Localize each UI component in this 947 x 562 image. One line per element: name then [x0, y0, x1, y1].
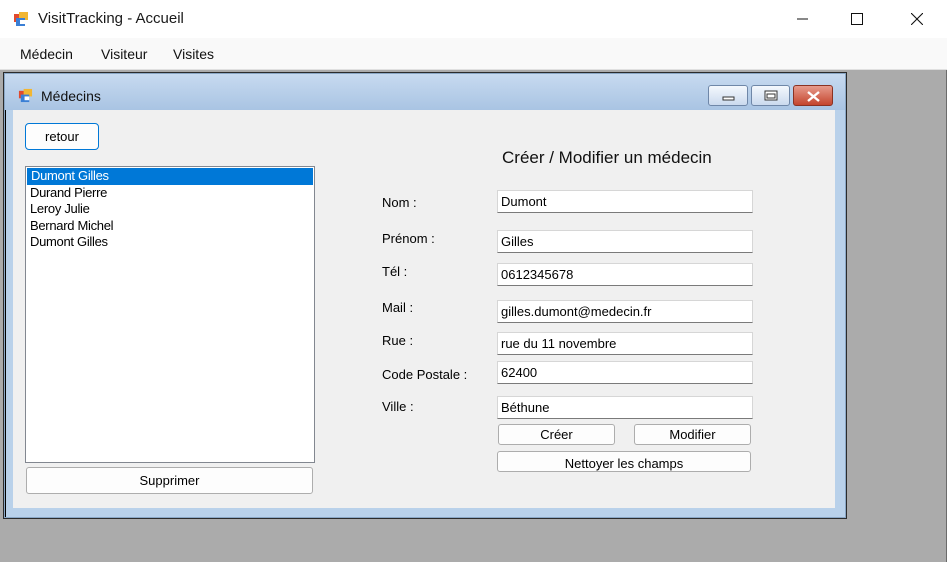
child-minimize-button[interactable]: [708, 85, 748, 106]
label-prenom: Prénom :: [382, 231, 435, 246]
back-button[interactable]: retour: [25, 123, 99, 150]
prenom-field[interactable]: Gilles: [497, 230, 753, 253]
close-icon: [807, 91, 820, 102]
close-icon: [911, 13, 923, 25]
nom-field[interactable]: Dumont: [497, 190, 753, 213]
close-button[interactable]: [890, 0, 944, 38]
child-close-button[interactable]: [793, 85, 833, 106]
modify-button[interactable]: Modifier: [634, 424, 751, 445]
minimize-button[interactable]: [776, 0, 830, 38]
list-item[interactable]: Dumont Gilles: [26, 234, 314, 251]
code-postal-field[interactable]: 62400: [497, 361, 753, 384]
app-window-icon: [14, 12, 28, 26]
menu-item-visiteur[interactable]: Visiteur: [101, 46, 147, 62]
restore-icon: [764, 90, 778, 101]
list-item[interactable]: Durand Pierre: [26, 185, 314, 202]
label-nom: Nom :: [382, 195, 417, 210]
child-restore-button[interactable]: [751, 85, 790, 106]
app-title: VisitTracking - Accueil: [38, 10, 184, 27]
doctor-listbox[interactable]: Dumont Gilles Durand Pierre Leroy Julie Ber…: [25, 166, 315, 463]
app-titlebar: VisitTracking - Accueil: [0, 0, 947, 38]
minimize-icon: [722, 96, 735, 101]
child-window-icon: [18, 88, 33, 103]
child-window-title: Médecins: [41, 88, 101, 104]
rue-field[interactable]: rue du 11 novembre: [497, 332, 753, 355]
mail-field[interactable]: gilles.dumont@medecin.fr: [497, 300, 753, 323]
label-tel: Tél :: [382, 264, 408, 279]
label-ville: Ville :: [382, 399, 414, 414]
tel-field[interactable]: 0612345678: [497, 263, 753, 286]
minimize-icon: [797, 18, 808, 20]
menu-item-visites[interactable]: Visites: [173, 46, 214, 62]
list-item[interactable]: Leroy Julie: [26, 201, 314, 218]
menu-bar: Médecin Visiteur Visites: [0, 38, 947, 70]
menu-item-medecin[interactable]: Médecin: [20, 46, 73, 62]
ville-field[interactable]: Béthune: [497, 396, 753, 419]
list-item[interactable]: Dumont Gilles: [27, 168, 313, 185]
form-title: Créer / Modifier un médecin: [502, 148, 712, 167]
list-item[interactable]: Bernard Michel: [26, 218, 314, 235]
maximize-button[interactable]: [830, 0, 884, 38]
delete-button[interactable]: Supprimer: [26, 467, 313, 494]
maximize-icon: [851, 13, 863, 25]
label-code-postal: Code Postale :: [382, 367, 468, 382]
label-rue: Rue :: [382, 333, 414, 348]
create-button[interactable]: Créer: [498, 424, 615, 445]
label-mail: Mail :: [382, 300, 414, 315]
clear-fields-button[interactable]: Nettoyer les champs: [497, 451, 751, 472]
